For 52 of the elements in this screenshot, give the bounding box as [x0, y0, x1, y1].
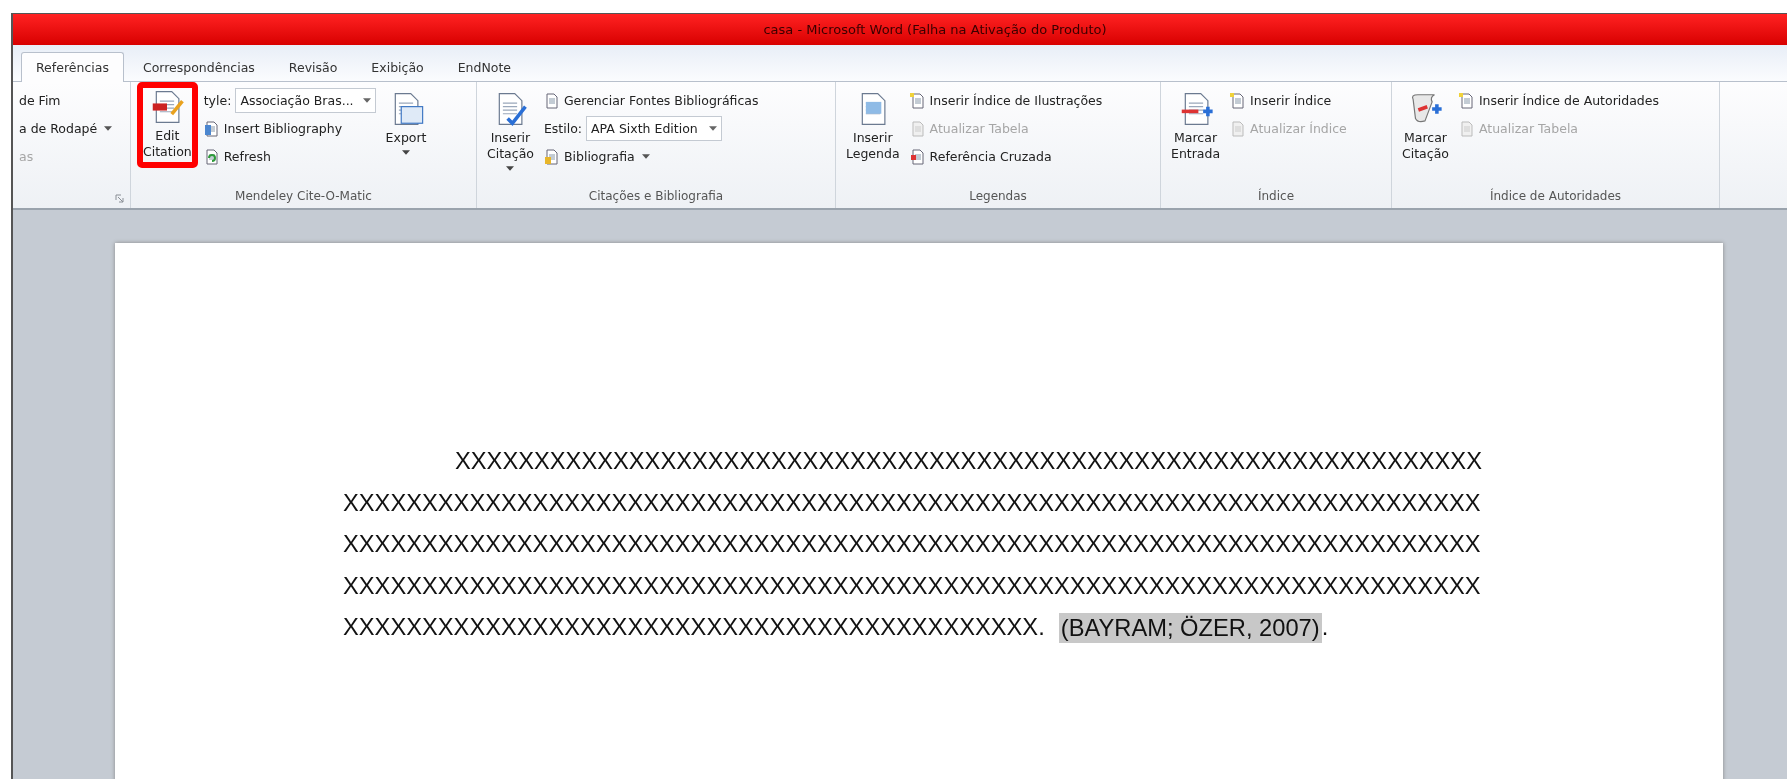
ribbon-button[interactable]: Marcar Entrada — [1167, 86, 1225, 168]
window-title: casa - Microsoft Word (Falha na Ativação do Produto) — [762, 22, 1107, 37]
group-label: Citações e Bibliografia — [588, 189, 724, 203]
refresh-icon — [203, 148, 220, 165]
style-dropdown[interactable]: Associação Bras... — [235, 88, 376, 113]
ribbon-button[interactable]: Edit Citation — [137, 82, 198, 168]
ribbon-tab[interactable]: Correspondências — [127, 52, 270, 82]
style-dropdown[interactable]: APA Sixth Edition — [586, 116, 723, 141]
document-icon — [909, 148, 926, 165]
period-text: . — [1321, 613, 1329, 643]
group-label: Índice de Autoridades — [1489, 189, 1622, 203]
ribbon-tab[interactable]: Referências — [21, 52, 124, 82]
document-icon — [1230, 92, 1247, 109]
document-icon — [543, 92, 560, 109]
caret-icon — [709, 126, 718, 131]
ribbon-tab[interactable]: EndNote — [442, 52, 527, 82]
body-text-line: XXXXXXXXXXXXXXXXXXXXXXXXXXXXXXXXXXXXXXXXXXXXXXXXXXXXXXXXXXXXXXXXX — [454, 447, 1482, 476]
dialog-launcher-icon[interactable] — [115, 194, 124, 203]
body-text-line: XXXXXXXXXXXXXXXXXXXXXXXXXXXXXXXXXXXXXXXXXXXXXXXXXXXXXXXXXXXXXXXXXXXXXXXX — [343, 571, 1481, 601]
ribbon-button[interactable]: Inserir Índice de Ilustrações — [909, 88, 1103, 113]
document-icon — [1230, 120, 1247, 137]
group-label: Legendas — [969, 189, 1027, 203]
caret-icon — [362, 98, 371, 103]
ribbon-button[interactable]: Bibliografia — [543, 144, 759, 169]
style-label: Estilo: — [543, 121, 583, 136]
ribbon-button[interactable]: Refresh — [203, 144, 376, 169]
document-icon — [203, 120, 220, 137]
group-label: Índice — [1257, 189, 1295, 203]
ribbon-button[interactable]: Inserir Índice de Autoridades — [1458, 88, 1659, 113]
ribbon-button[interactable]: Inserir Legenda — [842, 86, 904, 168]
ribbon-button[interactable]: Gerenciar Fontes Bibliográficas — [543, 88, 759, 113]
document-icon — [1458, 120, 1475, 137]
body-text-line: XXXXXXXXXXXXXXXXXXXXXXXXXXXXXXXXXXXXXXXXXXXXXXXXXXXXXXXXXXXXXXXXXXXXXXXX — [343, 530, 1481, 560]
ribbon-tab[interactable]: Exibição — [356, 52, 439, 82]
group-label: Mendeley Cite-O-Matic — [235, 189, 372, 203]
ribbon-button[interactable]: Export — [381, 86, 431, 161]
document-icon — [909, 92, 926, 109]
document-icon — [543, 148, 560, 165]
ribbon-button[interactable]: Inserir Índice — [1230, 88, 1347, 113]
ribbon-button[interactable]: Inserir Citação — [483, 86, 538, 177]
ribbon-button[interactable]: de Fim — [19, 88, 113, 113]
body-text-line: XXXXXXXXXXXXXXXXXXXXXXXXXXXXXXXXXXXXXXXXXXXXXXXXXXXXXXXXXXXXXXXXXXXXXXXX — [343, 488, 1481, 518]
style-label: tyle: — [203, 93, 232, 108]
document-icon — [1458, 92, 1475, 109]
ribbon-button[interactable]: Marcar Citação — [1398, 86, 1453, 168]
document-icon — [909, 120, 926, 137]
ribbon-button[interactable]: Insert Bibliography — [203, 116, 376, 141]
citation-field[interactable]: (BAYRAM; ÖZER, 2007) — [1058, 613, 1322, 644]
ribbon-tab[interactable]: Revisão — [273, 52, 353, 82]
ribbon-button[interactable]: a de Rodapé — [19, 116, 113, 141]
ribbon-button[interactable]: Referência Cruzada — [909, 144, 1103, 169]
body-text-line: XXXXXXXXXXXXXXXXXXXXXXXXXXXXXXXXXXXXXXXXXXXX. — [343, 613, 1045, 643]
